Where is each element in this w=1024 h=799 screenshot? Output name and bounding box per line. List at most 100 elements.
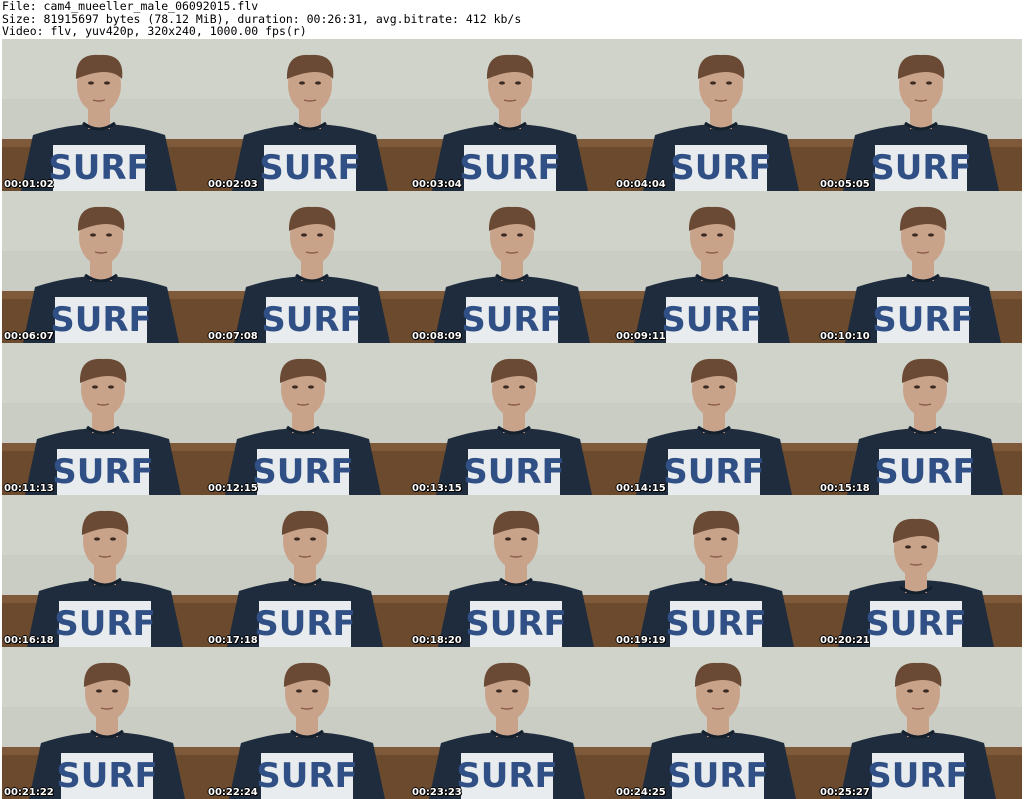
file-name-line: File: cam4_mueeller_male_06092015.flv bbox=[2, 0, 259, 13]
shirt-print-text: SURF bbox=[54, 604, 156, 644]
shirt-print-text: SURF bbox=[459, 148, 561, 188]
video-thumbnail: SURF 00:15:18 bbox=[818, 343, 1022, 495]
video-thumbnail: SURF 00:11:13 bbox=[2, 343, 206, 495]
frame-image: SURF bbox=[206, 495, 410, 647]
video-thumbnail: SURF 00:21:22 bbox=[2, 647, 206, 799]
frame-image: SURF bbox=[818, 191, 1022, 343]
video-thumbnail: SURF 00:18:20 bbox=[410, 495, 614, 647]
shirt-print-text: SURF bbox=[663, 452, 765, 492]
frame-image: SURF bbox=[206, 191, 410, 343]
timestamp-label: 00:13:15 bbox=[412, 483, 462, 494]
video-thumbnail: SURF 00:24:25 bbox=[614, 647, 818, 799]
shirt-print-text: SURF bbox=[665, 604, 767, 644]
frame-image: SURF bbox=[2, 39, 206, 191]
shirt-print-text: SURF bbox=[259, 148, 361, 188]
timestamp-label: 00:25:27 bbox=[820, 787, 870, 798]
frame-image: SURF bbox=[818, 495, 1022, 647]
frame-image: SURF bbox=[614, 39, 818, 191]
shirt-print-text: SURF bbox=[872, 300, 974, 340]
timestamp-label: 00:06:07 bbox=[4, 331, 54, 342]
timestamp-label: 00:16:18 bbox=[4, 635, 54, 646]
timestamp-label: 00:18:20 bbox=[412, 635, 462, 646]
frame-image: SURF bbox=[410, 495, 614, 647]
shirt-print-text: SURF bbox=[870, 148, 972, 188]
info-header: File: cam4_mueeller_male_06092015.flv Si… bbox=[2, 0, 1022, 38]
video-thumbnail: SURF 00:19:19 bbox=[614, 495, 818, 647]
video-thumbnail: SURF 00:25:27 bbox=[818, 647, 1022, 799]
frame-image: SURF bbox=[614, 495, 818, 647]
timestamp-label: 00:15:18 bbox=[820, 483, 870, 494]
video-thumbnail: SURF 00:20:21 bbox=[818, 495, 1022, 647]
thumbnail-grid: SURF 00:01:02 SURF 00:02:03 SURF 00:03:04 SURF… bbox=[2, 39, 1022, 799]
shirt-print-text: SURF bbox=[463, 452, 565, 492]
shirt-print-text: SURF bbox=[254, 604, 356, 644]
shirt-print-text: SURF bbox=[456, 756, 558, 796]
timestamp-label: 00:08:09 bbox=[412, 331, 462, 342]
timestamp-label: 00:21:22 bbox=[4, 787, 54, 798]
video-thumbnail: SURF 00:02:03 bbox=[206, 39, 410, 191]
shirt-print-text: SURF bbox=[874, 452, 976, 492]
timestamp-label: 00:11:13 bbox=[4, 483, 54, 494]
video-thumbnail: SURF 00:09:11 bbox=[614, 191, 818, 343]
shirt-print-text: SURF bbox=[661, 300, 763, 340]
timestamp-label: 00:22:24 bbox=[208, 787, 258, 798]
timestamp-label: 00:01:02 bbox=[4, 179, 54, 190]
shirt-print-text: SURF bbox=[256, 756, 358, 796]
timestamp-label: 00:04:04 bbox=[616, 179, 666, 190]
video-thumbnail: SURF 00:10:10 bbox=[818, 191, 1022, 343]
frame-image: SURF bbox=[818, 39, 1022, 191]
timestamp-label: 00:20:21 bbox=[820, 635, 870, 646]
shirt-print-text: SURF bbox=[50, 300, 152, 340]
timestamp-label: 00:10:10 bbox=[820, 331, 870, 342]
video-thumbnail: SURF 00:08:09 bbox=[410, 191, 614, 343]
frame-image: SURF bbox=[410, 39, 614, 191]
frame-image: SURF bbox=[2, 495, 206, 647]
timestamp-label: 00:24:25 bbox=[616, 787, 666, 798]
timestamp-label: 00:03:04 bbox=[412, 179, 462, 190]
frame-image: SURF bbox=[206, 39, 410, 191]
video-thumbnail: SURF 00:06:07 bbox=[2, 191, 206, 343]
video-thumbnail: SURF 00:16:18 bbox=[2, 495, 206, 647]
video-thumbnail: SURF 00:14:15 bbox=[614, 343, 818, 495]
video-thumbnail: SURF 00:12:15 bbox=[206, 343, 410, 495]
shirt-print-text: SURF bbox=[461, 300, 563, 340]
video-thumbnail: SURF 00:03:04 bbox=[410, 39, 614, 191]
video-thumbnail: SURF 00:22:24 bbox=[206, 647, 410, 799]
shirt-print-text: SURF bbox=[670, 148, 772, 188]
frame-image: SURF bbox=[206, 647, 410, 799]
frame-image: SURF bbox=[2, 343, 206, 495]
frame-image: SURF bbox=[410, 191, 614, 343]
shirt-print-text: SURF bbox=[56, 756, 158, 796]
video-thumbnail: SURF 00:05:05 bbox=[818, 39, 1022, 191]
frame-image: SURF bbox=[614, 191, 818, 343]
frame-image: SURF bbox=[614, 343, 818, 495]
shirt-print-text: SURF bbox=[865, 604, 967, 644]
timestamp-label: 00:19:19 bbox=[616, 635, 666, 646]
shirt-print-text: SURF bbox=[261, 300, 363, 340]
shirt-print-text: SURF bbox=[52, 452, 154, 492]
shirt-print-text: SURF bbox=[252, 452, 354, 492]
timestamp-label: 00:17:18 bbox=[208, 635, 258, 646]
frame-image: SURF bbox=[614, 647, 818, 799]
timestamp-label: 00:05:05 bbox=[820, 179, 870, 190]
shirt-print-text: SURF bbox=[667, 756, 769, 796]
video-thumbnail: SURF 00:17:18 bbox=[206, 495, 410, 647]
video-thumbnail: SURF 00:07:08 bbox=[206, 191, 410, 343]
shirt-print-text: SURF bbox=[48, 148, 150, 188]
frame-image: SURF bbox=[206, 343, 410, 495]
frame-image: SURF bbox=[2, 191, 206, 343]
frame-image: SURF bbox=[410, 343, 614, 495]
timestamp-label: 00:07:08 bbox=[208, 331, 258, 342]
frame-image: SURF bbox=[2, 647, 206, 799]
timestamp-label: 00:02:03 bbox=[208, 179, 258, 190]
timestamp-label: 00:12:15 bbox=[208, 483, 258, 494]
timestamp-label: 00:23:23 bbox=[412, 787, 462, 798]
shirt-print-text: SURF bbox=[867, 756, 969, 796]
video-thumbnail: SURF 00:23:23 bbox=[410, 647, 614, 799]
video-thumbnail: SURF 00:01:02 bbox=[2, 39, 206, 191]
video-info-line: Video: flv, yuv420p, 320x240, 1000.00 fp… bbox=[2, 24, 307, 39]
shirt-print-text: SURF bbox=[465, 604, 567, 644]
frame-image: SURF bbox=[818, 343, 1022, 495]
timestamp-label: 00:09:11 bbox=[616, 331, 666, 342]
timestamp-label: 00:14:15 bbox=[616, 483, 666, 494]
